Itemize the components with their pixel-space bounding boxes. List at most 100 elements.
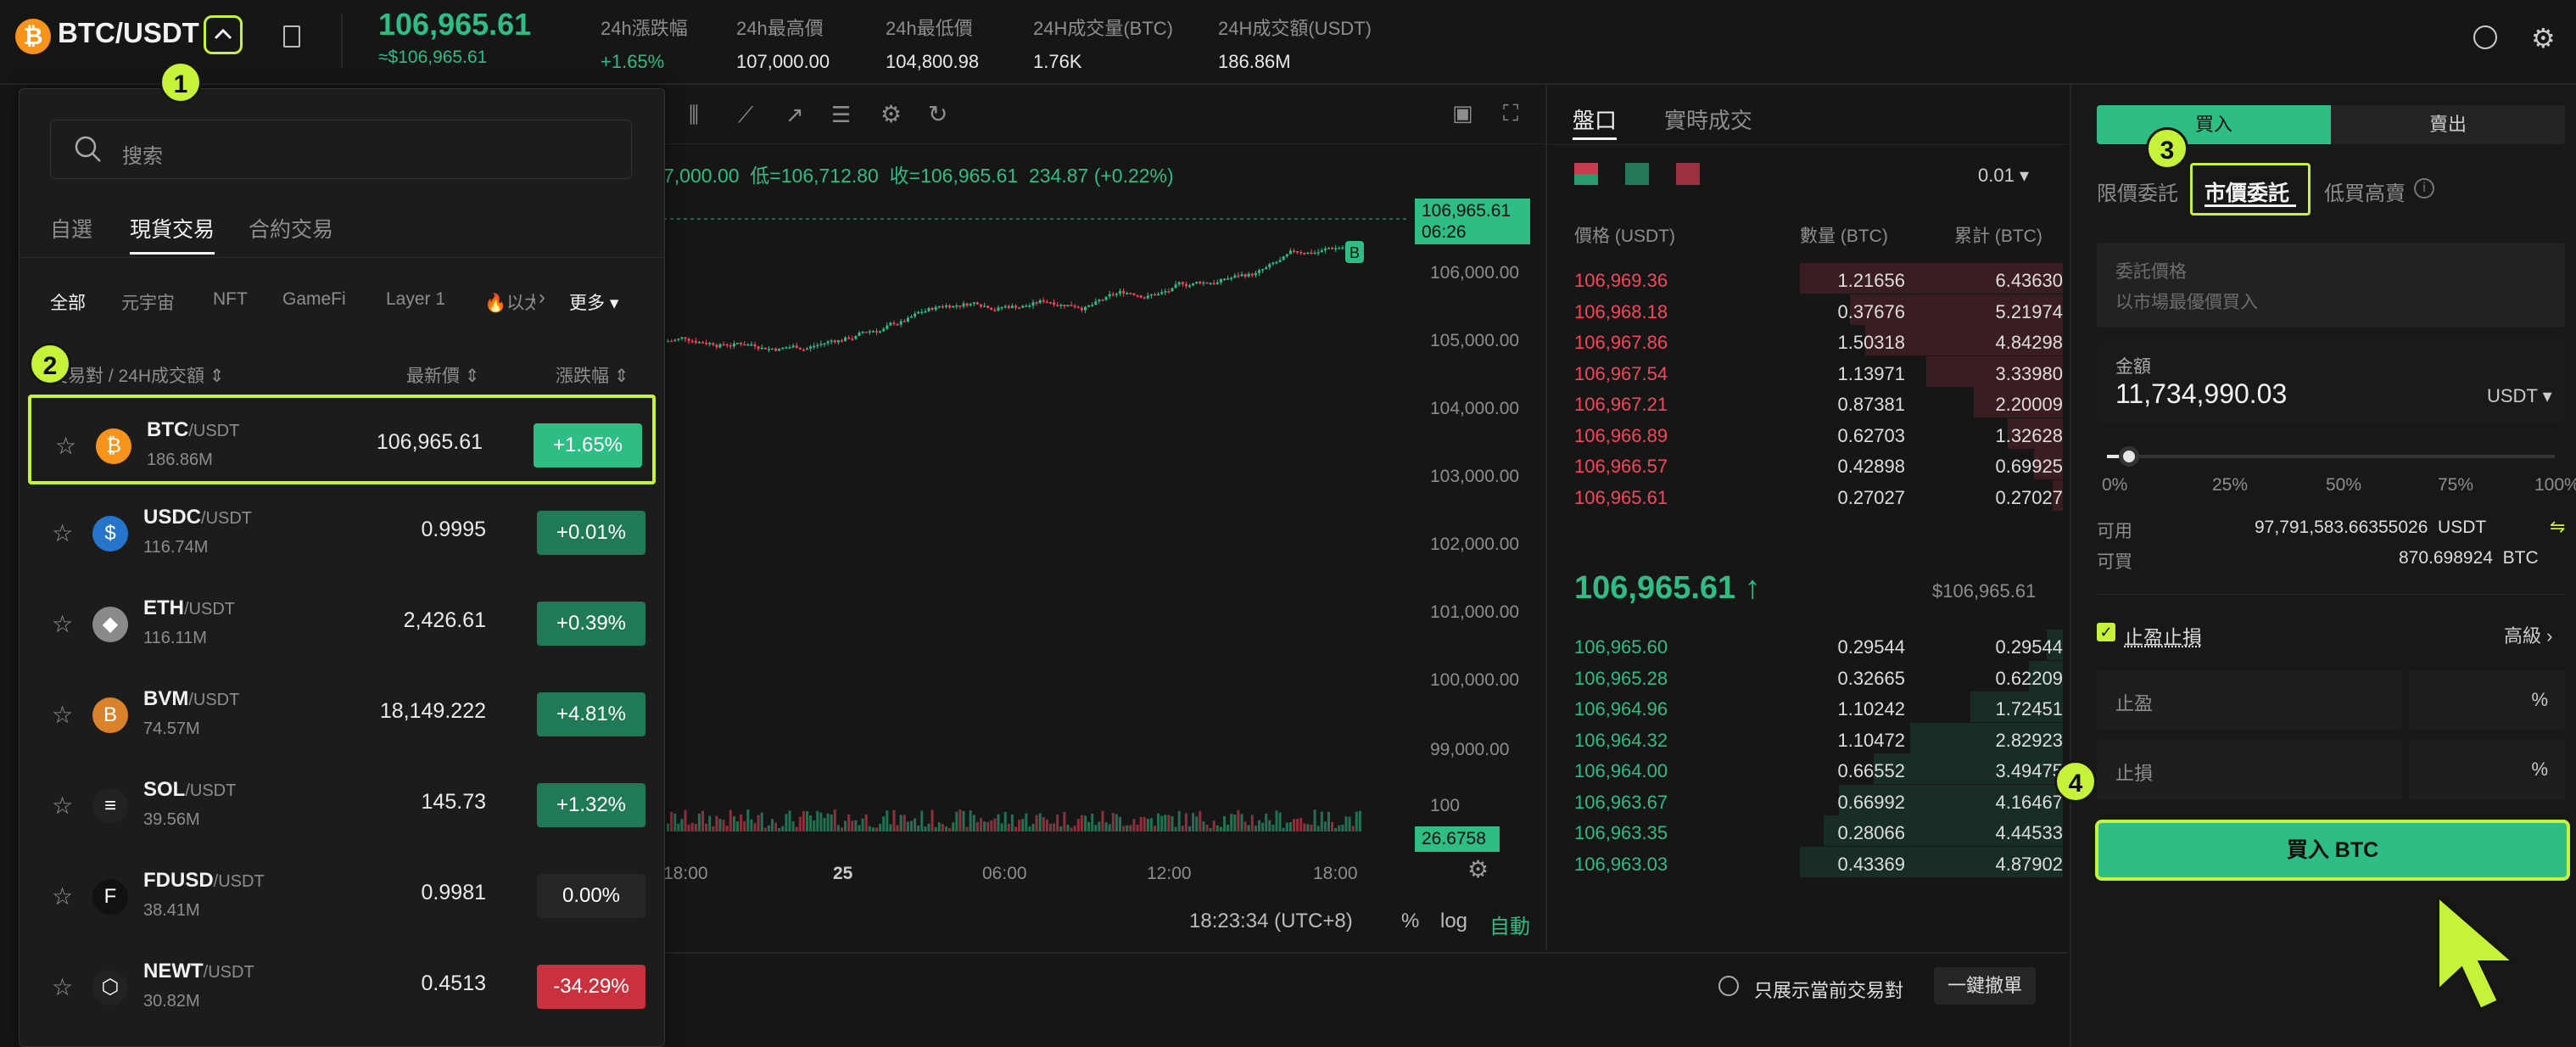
tab-trades[interactable]: 實時成交 bbox=[1664, 104, 1752, 135]
refresh-icon[interactable]: ↻ bbox=[928, 100, 947, 128]
tpsl-checkbox[interactable]: ✓ bbox=[2097, 623, 2115, 641]
buy-btc-button[interactable]: 買入 BTC bbox=[2095, 820, 2570, 881]
filter-all[interactable]: 全部 bbox=[50, 289, 86, 315]
candle-body bbox=[1184, 283, 1187, 287]
pair-row-sol[interactable]: ☆ ≡ SOL/USDT 39.56M 145.73 +1.32% bbox=[28, 758, 656, 848]
volume-bar bbox=[1000, 823, 1003, 831]
bid-row[interactable]: 106,964.32 1.10472 2.82923 bbox=[1549, 722, 2063, 757]
filter-nft[interactable]: NFT bbox=[213, 289, 248, 310]
pair-row-fdusd[interactable]: ☆ F FDUSD/USDT 38.41M 0.9981 0.00% bbox=[28, 848, 656, 938]
only-current-radio[interactable] bbox=[1718, 976, 1739, 996]
pair-row-newt[interactable]: ☆ ⬡ NEWT/USDT 30.82M 0.4513 -34.29% bbox=[28, 939, 656, 1029]
candle-body bbox=[1164, 291, 1167, 293]
timer-icon[interactable] bbox=[2473, 25, 2497, 49]
indicator-icon[interactable]: ⟋ bbox=[738, 102, 753, 129]
chart-gear-icon[interactable]: ⚙ bbox=[1467, 855, 1489, 883]
stop-loss-pct[interactable]: % bbox=[2409, 740, 2565, 799]
tab-futures[interactable]: 合約交易 bbox=[249, 213, 333, 244]
filter-gamefi[interactable]: GameFi bbox=[282, 289, 346, 310]
ask-row[interactable]: 106,965.61 0.27027 0.27027 bbox=[1549, 479, 2063, 514]
favorite-star-icon[interactable]: ☆ bbox=[55, 432, 76, 460]
advanced-link[interactable]: 高級 › bbox=[2504, 621, 2552, 648]
candle-type-icon[interactable]: ⫼ bbox=[689, 102, 699, 129]
only-current-label[interactable]: 只展示當前交易對 bbox=[1754, 976, 1903, 1003]
market-order-tab[interactable]: 市價委託 bbox=[2190, 163, 2311, 216]
ask-row[interactable]: 106,966.57 0.42898 0.69925 bbox=[1549, 449, 2063, 483]
ask-row[interactable]: 106,969.36 1.21656 6.43630 bbox=[1549, 263, 2063, 297]
take-profit-pct[interactable]: % bbox=[2409, 670, 2565, 730]
candle-body bbox=[1227, 278, 1230, 280]
ask-row[interactable]: 106,967.54 1.13971 3.33980 bbox=[1549, 356, 2063, 390]
log-toggle[interactable]: log bbox=[1440, 910, 1467, 933]
ask-row[interactable]: 106,967.21 0.87381 2.20009 bbox=[1549, 387, 2063, 421]
favorite-star-icon[interactable]: ☆ bbox=[52, 610, 73, 638]
candle-body bbox=[715, 344, 718, 348]
settings-gear-icon[interactable]: ⚙ bbox=[2531, 22, 2556, 54]
precision-select[interactable]: 0.01 ▾ bbox=[1978, 165, 2029, 187]
filter-eth[interactable]: 🔥以太 bbox=[484, 289, 535, 315]
view-both-icon[interactable] bbox=[1574, 163, 1598, 185]
take-profit-field[interactable]: 止盈 bbox=[2097, 670, 2402, 730]
favorite-star-icon[interactable]: ☆ bbox=[52, 882, 73, 910]
search-box[interactable]: 搜索 bbox=[50, 120, 632, 179]
auto-toggle[interactable]: 自動 bbox=[1489, 910, 1530, 939]
bid-row[interactable]: 106,963.35 0.28066 4.44533 bbox=[1549, 815, 2063, 849]
pair-toggle-chevron-icon[interactable] bbox=[204, 15, 243, 54]
percent-toggle[interactable]: % bbox=[1401, 910, 1419, 933]
volume-bar bbox=[934, 826, 937, 831]
candle-body bbox=[722, 344, 725, 346]
filter-scroll-chevron-icon[interactable]: › bbox=[539, 286, 545, 310]
candle-body bbox=[1299, 251, 1303, 254]
bid-row[interactable]: 106,964.00 0.66552 3.49475 bbox=[1549, 753, 2063, 787]
bid-row[interactable]: 106,965.60 0.29544 0.29544 bbox=[1549, 630, 2063, 663]
pair-title[interactable]: BTC/USDT bbox=[58, 17, 199, 49]
tab-favorites[interactable]: 自選 bbox=[50, 213, 92, 244]
sell-tab[interactable]: 賣出 bbox=[2331, 105, 2565, 144]
tpsl-label[interactable]: 止盈止損 bbox=[2124, 621, 2202, 650]
amount-slider[interactable] bbox=[2107, 446, 2555, 467]
cancel-all-button[interactable]: 一鍵撤單 bbox=[1934, 967, 2036, 1005]
volume-bar bbox=[750, 819, 753, 831]
volume-bar bbox=[920, 810, 924, 831]
candle-body bbox=[889, 322, 892, 326]
pair-row-bvm[interactable]: ☆ B BVM/USDT 74.57M 18,149.222 +4.81% bbox=[28, 667, 656, 757]
tab-spot[interactable]: 現貨交易 bbox=[130, 213, 215, 244]
ask-row[interactable]: 106,968.18 0.37676 5.21974 bbox=[1549, 294, 2063, 328]
bid-row[interactable]: 106,964.96 1.10242 1.72451 bbox=[1549, 691, 2063, 725]
pair-row-eth[interactable]: ☆ ◆ ETH/USDT 116.11M 2,426.61 +0.39% bbox=[28, 576, 656, 666]
filter-layer1[interactable]: Layer 1 bbox=[386, 289, 445, 310]
volume-bar bbox=[743, 821, 746, 831]
transfer-icon[interactable]: ⇋ bbox=[2550, 516, 2565, 538]
view-bids-icon[interactable] bbox=[1625, 163, 1649, 185]
limit-order-tab[interactable]: 限價委託 bbox=[2097, 176, 2178, 206]
more-filters[interactable]: 更多 ▾ bbox=[569, 289, 618, 315]
bid-row[interactable]: 106,965.28 0.32665 0.62209 bbox=[1549, 660, 2063, 695]
pair-row-usdc[interactable]: ☆ $ USDC/USDT 116.74M 0.9995 +0.01% bbox=[28, 485, 656, 575]
filter-metaverse[interactable]: 元宇宙 bbox=[121, 289, 175, 315]
favorite-star-icon[interactable]: ☆ bbox=[52, 519, 73, 547]
favorite-star-icon[interactable]: ☆ bbox=[52, 973, 73, 1001]
favorite-star-icon[interactable]: ☆ bbox=[52, 792, 73, 820]
draw-icon[interactable]: ↗ bbox=[785, 102, 804, 128]
stop-loss-field[interactable]: 止損 bbox=[2097, 740, 2402, 799]
buy-tab[interactable]: 買入 bbox=[2097, 105, 2331, 144]
fullscreen-icon[interactable]: ⛶ bbox=[1503, 100, 1518, 127]
ask-row[interactable]: 106,966.89 0.62703 1.32628 bbox=[1549, 417, 2063, 452]
layout-icon[interactable]: ☰ bbox=[831, 102, 851, 128]
info-icon[interactable]: i bbox=[2414, 178, 2434, 199]
amount-field[interactable]: 金額 11,734,990.03 USDT ▾ bbox=[2097, 339, 2565, 424]
search-input[interactable]: 搜索 bbox=[122, 139, 163, 169]
grid-order-tab[interactable]: 低買高賣 bbox=[2324, 176, 2406, 206]
ask-row[interactable]: 106,967.86 1.50318 4.84298 bbox=[1549, 325, 2063, 359]
bid-row[interactable]: 106,963.03 0.43369 4.87902 bbox=[1549, 846, 2063, 881]
pair-row-btc[interactable]: ☆ ₿ BTC/USDT 186.86M 106,965.61 +1.65% bbox=[28, 395, 656, 484]
bid-row[interactable]: 106,963.67 0.66992 4.16467 bbox=[1549, 784, 2063, 819]
tab-orderbook[interactable]: 盤口 bbox=[1573, 104, 1617, 135]
chart-settings-icon[interactable]: ⚙ bbox=[880, 100, 902, 128]
candlestick-chart[interactable]: B bbox=[663, 187, 1410, 831]
screenshot-icon[interactable]: ▣ bbox=[1452, 100, 1473, 126]
view-asks-icon[interactable] bbox=[1676, 163, 1700, 185]
bookmark-icon[interactable] bbox=[283, 25, 300, 48]
favorite-star-icon[interactable]: ☆ bbox=[52, 701, 73, 729]
chart-area[interactable]: ⫼ ⟋ ↗ ☰ ⚙ ↻ ▣ ⛶ 7,000.00 低=106,712.80 收=… bbox=[663, 85, 1545, 950]
